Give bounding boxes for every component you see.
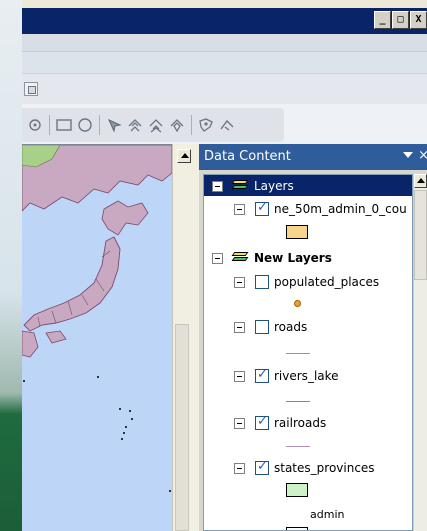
measure-icon[interactable] xyxy=(218,116,236,134)
layer-tree: Layers ne_50m_admin_0_cou New Layers xyxy=(203,174,413,531)
polygon-symbol-swatch[interactable] xyxy=(286,483,308,497)
close-button[interactable]: X xyxy=(410,11,427,29)
point-symbol[interactable] xyxy=(294,300,301,307)
layer-label: states_provinces xyxy=(274,461,375,475)
scroll-thumb[interactable] xyxy=(175,324,189,531)
panel-title: Data Content xyxy=(204,149,291,164)
layer-label: populated_places xyxy=(274,275,380,289)
toolbar-separator xyxy=(99,115,100,135)
collapse-icon[interactable] xyxy=(234,321,245,333)
tree-layer-item[interactable]: states_provinces xyxy=(234,458,375,478)
app-window: _ □ X Data Content × Layers ✓ ne_50m_adm… xyxy=(22,0,427,531)
data-content-panel: Data Content × Layers ne_50 xyxy=(199,144,427,531)
select-by-polygon-icon[interactable] xyxy=(168,116,186,134)
map-scrollbar[interactable] xyxy=(172,144,199,531)
toolbar-separator xyxy=(49,115,50,135)
layer-visibility-checkbox[interactable] xyxy=(255,459,269,475)
scroll-thumb[interactable] xyxy=(414,190,427,280)
toolbar-separator xyxy=(191,115,192,135)
layer-label: ne_50m_admin_0_cou xyxy=(274,202,407,216)
maximize-button[interactable]: □ xyxy=(392,11,409,29)
tree-layer-item[interactable]: rivers_lake xyxy=(234,366,339,386)
map-canvas xyxy=(22,145,172,492)
collapse-icon[interactable] xyxy=(234,276,245,288)
layer-label: roads xyxy=(274,320,308,334)
layer-visibility-checkbox[interactable] xyxy=(255,320,269,334)
collapse-icon[interactable] xyxy=(212,252,223,264)
toolbar-row-1 xyxy=(22,52,427,74)
tree-group-label: Layers xyxy=(254,179,294,193)
tree-layer-item[interactable]: ne_50m_admin_0_cou xyxy=(234,199,407,219)
line-symbol[interactable] xyxy=(286,353,310,354)
line-symbol[interactable] xyxy=(286,446,310,447)
tree-group-layers[interactable]: Layers xyxy=(204,175,412,196)
window-controls: _ □ X xyxy=(373,11,427,29)
tree-layer-item[interactable]: populated_places xyxy=(234,272,379,292)
identify-icon[interactable] xyxy=(197,116,215,134)
tree-layer-item[interactable]: railroads xyxy=(234,413,326,433)
tree-scrollbar[interactable] xyxy=(413,174,427,531)
polygon-symbol-swatch[interactable] xyxy=(286,225,308,239)
layer-label: rivers_lake xyxy=(274,369,339,383)
tree-group-label: New Layers xyxy=(254,251,332,265)
layout-view-icon[interactable] xyxy=(24,82,38,96)
collapse-icon[interactable] xyxy=(234,203,245,215)
polygon-symbol-swatch[interactable] xyxy=(286,527,308,530)
tree-layer-item[interactable]: roads xyxy=(234,317,307,337)
layer-label: railroads xyxy=(274,416,327,430)
toolbar-row-2 xyxy=(22,74,427,104)
panel-dropdown-icon[interactable] xyxy=(403,152,413,158)
collapse-icon[interactable] xyxy=(234,462,245,474)
rotate-icon[interactable] xyxy=(26,116,44,134)
circle-icon[interactable] xyxy=(76,116,94,134)
layer-visibility-checkbox[interactable] xyxy=(255,200,269,216)
drawing-toolbar xyxy=(22,108,284,142)
layer-visibility-checkbox[interactable] xyxy=(255,275,269,289)
layer-visibility-checkbox[interactable] xyxy=(255,367,269,383)
panel-header: Data Content × xyxy=(199,144,427,170)
select-feature-icon[interactable] xyxy=(105,116,123,134)
select-by-rect-icon[interactable] xyxy=(147,116,165,134)
symbol-class-label: admin xyxy=(310,508,345,521)
desktop-background xyxy=(0,0,22,531)
collapse-icon[interactable] xyxy=(212,180,223,192)
rectangle-icon[interactable] xyxy=(55,116,73,134)
layers-icon xyxy=(231,251,249,265)
collapse-icon[interactable] xyxy=(234,370,245,382)
layer-visibility-checkbox[interactable] xyxy=(255,414,269,430)
menu-bar xyxy=(22,34,427,52)
scroll-up-button[interactable] xyxy=(414,174,427,188)
collapse-icon[interactable] xyxy=(234,417,245,429)
panel-close-icon[interactable]: × xyxy=(418,148,427,163)
select-by-graphic-icon[interactable] xyxy=(126,116,144,134)
layers-icon xyxy=(231,179,249,193)
scroll-up-button[interactable] xyxy=(177,149,191,163)
map-view[interactable] xyxy=(22,144,172,531)
line-symbol[interactable] xyxy=(286,401,310,402)
minimize-button[interactable]: _ xyxy=(374,11,391,29)
tree-group-new-layers[interactable]: New Layers xyxy=(212,248,332,268)
title-bar: _ □ X xyxy=(22,8,427,34)
